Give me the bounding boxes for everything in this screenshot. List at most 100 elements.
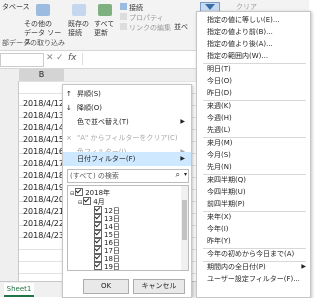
date-filter-option[interactable]: 来年(X) (197, 211, 310, 223)
tree-month-row[interactable]: ⊟ 4月 (78, 197, 105, 206)
date-filter-option-label: 前四半期(P) (207, 200, 245, 208)
date-filter-option-label: 昨日(D) (207, 89, 232, 97)
filter-search-input[interactable]: (すべて) の検索 ⌕ ▾ (67, 169, 189, 183)
dropdown-icon[interactable]: ▾ (184, 171, 187, 178)
date-filter-option[interactable]: 来四半期(Q) (197, 174, 310, 186)
existing-connections-button[interactable]: 既存の 接続 (68, 4, 94, 38)
date-filter-submenu: 指定の値に等しい(E)... 指定の値より前(B)... 指定の値より後(A)...… (196, 11, 311, 298)
date-cell[interactable]: 2018/4/12 (19, 98, 64, 110)
date-filter-option[interactable]: 今年の初めから今日まで(A) (197, 248, 310, 260)
date-filter-option[interactable]: 今年(I) (197, 223, 310, 235)
date-filter-option-label: 来年(X) (207, 213, 232, 221)
date-filter-option[interactable]: 今月(S) (197, 149, 310, 161)
day-checkbox[interactable] (94, 270, 102, 271)
date-cell[interactable]: 2018/4/18 (19, 170, 64, 182)
date-column: 2018/4/12 2018/4/13 2018/4/14 2018/4/15 2018… (19, 81, 64, 281)
date-filter-option[interactable]: 先週(L) (197, 124, 310, 136)
date-filter-option[interactable]: 指定の値に等しい(E)... (197, 14, 310, 26)
date-cell[interactable]: 2018/4/15 (19, 134, 64, 146)
date-cell[interactable]: 2018/4/16 (19, 146, 64, 158)
collapse-icon[interactable]: ⊟ (78, 200, 82, 206)
date-filter-option[interactable]: 指定の範囲内(W)... (197, 50, 310, 62)
column-header-b[interactable]: B (19, 69, 64, 81)
sort-by-color-label: 色で並べ替え(T) (77, 118, 129, 126)
date-filter-item[interactable]: 日付フィルター(F) ▶ (63, 152, 191, 166)
date-filter-option-label: 指定の値より後(A)... (207, 40, 273, 48)
cancel-button[interactable]: キャンセル (133, 279, 185, 294)
date-filter-option[interactable]: 今日(O) (197, 75, 310, 87)
date-filter-option[interactable]: ユーザー設定フィルター(F)... (197, 273, 310, 285)
refresh-icon (98, 4, 112, 16)
existing-connections-label-1: 既存の (68, 20, 89, 28)
sort-desc-icon: ↓ (66, 104, 72, 112)
date-cell[interactable]: 2018/4/17 (19, 158, 64, 170)
name-box[interactable] (0, 53, 44, 67)
date-filter-option[interactable]: 来週(K) (197, 100, 310, 112)
sort-button-fragment[interactable]: 並べ (174, 23, 188, 32)
submenu-arrow-icon: ▶ (180, 155, 185, 162)
year-checkbox[interactable] (75, 188, 84, 196)
sort-descending-item[interactable]: ↓ 降順(O) (63, 101, 191, 115)
tree-month-label: 4月 (93, 198, 105, 206)
tree-day-row[interactable]: 20日 (94, 270, 120, 271)
sort-ascending-item[interactable]: ↑ 昇順(S) (63, 87, 191, 101)
submenu-arrow-icon: ▶ (180, 118, 185, 125)
date-filter-option-label: 今年(I) (207, 225, 229, 233)
date-filter-option[interactable]: 期間内の全日付(P) ▶ (197, 261, 310, 273)
connections-button[interactable]: 接続 (120, 3, 143, 13)
date-filter-option-label: 今四半期(U) (207, 188, 246, 196)
date-cell[interactable]: 2018/4/19 (19, 182, 64, 194)
date-filter-option[interactable]: 今週(H) (197, 112, 310, 124)
sort-descending-label: 降順(O) (77, 104, 102, 112)
clear-filter-label: "A" からフィルターをクリア(C) (77, 134, 178, 142)
confirm-icon[interactable]: ✓ (56, 53, 64, 63)
date-cell[interactable]: 2018/4/21 (19, 206, 64, 218)
sheet-tab[interactable]: Sheet1 (4, 283, 34, 297)
existing-connections-label-2: 接続 (68, 29, 82, 37)
date-filter-option-label: 期間内の全日付(P) (207, 263, 266, 271)
submenu-arrow-icon: ▶ (301, 263, 306, 270)
date-filter-option[interactable]: 指定の値より前(B)... (197, 26, 310, 38)
date-cell[interactable]: 2018/4/14 (19, 122, 64, 134)
date-filter-option-label: 指定の値に等しい(E)... (207, 16, 280, 24)
function-icon[interactable]: fx (68, 53, 77, 63)
date-filter-option[interactable]: 昨日(D) (197, 87, 310, 99)
connection-icon (120, 3, 127, 10)
date-filter-option[interactable]: 今四半期(U) (197, 186, 310, 198)
date-filter-option-label: 今日(O) (207, 77, 232, 85)
date-filter-option-label: 今年の初めから今日まで(A) (207, 250, 295, 258)
tree-year-row[interactable]: ⊟ 2018年 (70, 188, 110, 197)
month-checkbox[interactable] (83, 197, 92, 205)
collapse-icon[interactable]: ⊟ (70, 191, 74, 197)
date-filter-option[interactable]: 来月(M) (197, 137, 310, 149)
tree-scrollbar[interactable] (181, 186, 188, 270)
scrollbar-thumb[interactable] (182, 200, 187, 240)
date-cell[interactable]: 2018/4/22 (19, 218, 64, 230)
date-cell[interactable]: 2018/4/20 (19, 194, 64, 206)
autofilter-menu: ↑ 昇順(S) ↓ 降順(O) 色で並べ替え(T) ▶ ⨯ "A" からフィルタ… (62, 84, 192, 298)
sort-by-color-item[interactable]: 色で並べ替え(T) ▶ (63, 115, 191, 129)
date-filter-option[interactable]: 先月(N) (197, 161, 310, 173)
date-filter-option[interactable]: 指定の値より後(A)... (197, 38, 310, 50)
clear-filter-item[interactable]: ⨯ "A" からフィルターをクリア(C) (63, 131, 191, 145)
date-cell[interactable]: 2018/4/23 (19, 230, 64, 242)
tree-year-label: 2018年 (85, 189, 111, 197)
ok-button[interactable]: OK (83, 279, 129, 294)
funnel-icon (205, 4, 215, 10)
ribbon-group-caption: 部データの取り込み (2, 39, 65, 47)
date-filter-option-label: 先週(L) (207, 126, 231, 134)
date-filter-option-label: 昨年(Y) (207, 237, 231, 245)
date-filter-option[interactable]: 前四半期(P) (197, 198, 310, 210)
properties-button[interactable]: プロパティ (120, 13, 164, 23)
refresh-all-button[interactable]: すべて 更新 (94, 4, 118, 38)
date-cell[interactable]: 2018/4/13 (19, 110, 64, 122)
refresh-all-label-1: すべて (94, 20, 115, 28)
date-filter-option[interactable]: 昨年(Y) (197, 235, 310, 247)
links-icon (120, 23, 127, 30)
search-placeholder: (すべて) の検索 (70, 172, 119, 180)
cancel-icon[interactable]: ✕ (46, 53, 54, 63)
external-data-label-1: その他の (24, 20, 52, 28)
edit-links-button[interactable]: リンクの編集 (120, 23, 171, 33)
date-filter-option[interactable]: 明日(T) (197, 63, 310, 75)
edit-links-label: リンクの編集 (129, 24, 171, 32)
